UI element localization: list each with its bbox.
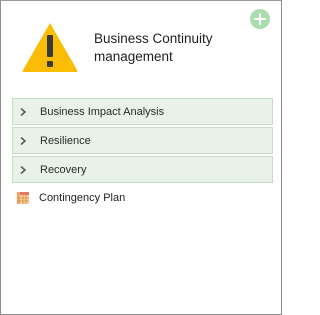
table-grid-icon xyxy=(17,192,29,204)
contingency-plan-label: Contingency Plan xyxy=(39,192,126,204)
section-label: Business Impact Analysis xyxy=(40,105,165,118)
contingency-plan-link[interactable]: Contingency Plan xyxy=(17,192,125,204)
chevron-right-icon xyxy=(20,107,27,116)
section-label: Resilience xyxy=(40,134,91,147)
chevron-right-icon xyxy=(20,136,27,145)
section-list: Business Impact Analysis Resilience Reco… xyxy=(12,98,273,185)
section-resilience[interactable]: Resilience xyxy=(12,127,273,154)
add-icon[interactable] xyxy=(250,9,270,29)
section-label: Recovery xyxy=(40,163,87,176)
bcm-card: Business Continuity management Business … xyxy=(0,0,282,315)
chevron-right-icon xyxy=(20,165,27,174)
section-recovery[interactable]: Recovery xyxy=(12,156,273,183)
warning-icon xyxy=(22,23,78,72)
section-business-impact-analysis[interactable]: Business Impact Analysis xyxy=(12,98,273,125)
card-title: Business Continuity management xyxy=(94,31,213,64)
